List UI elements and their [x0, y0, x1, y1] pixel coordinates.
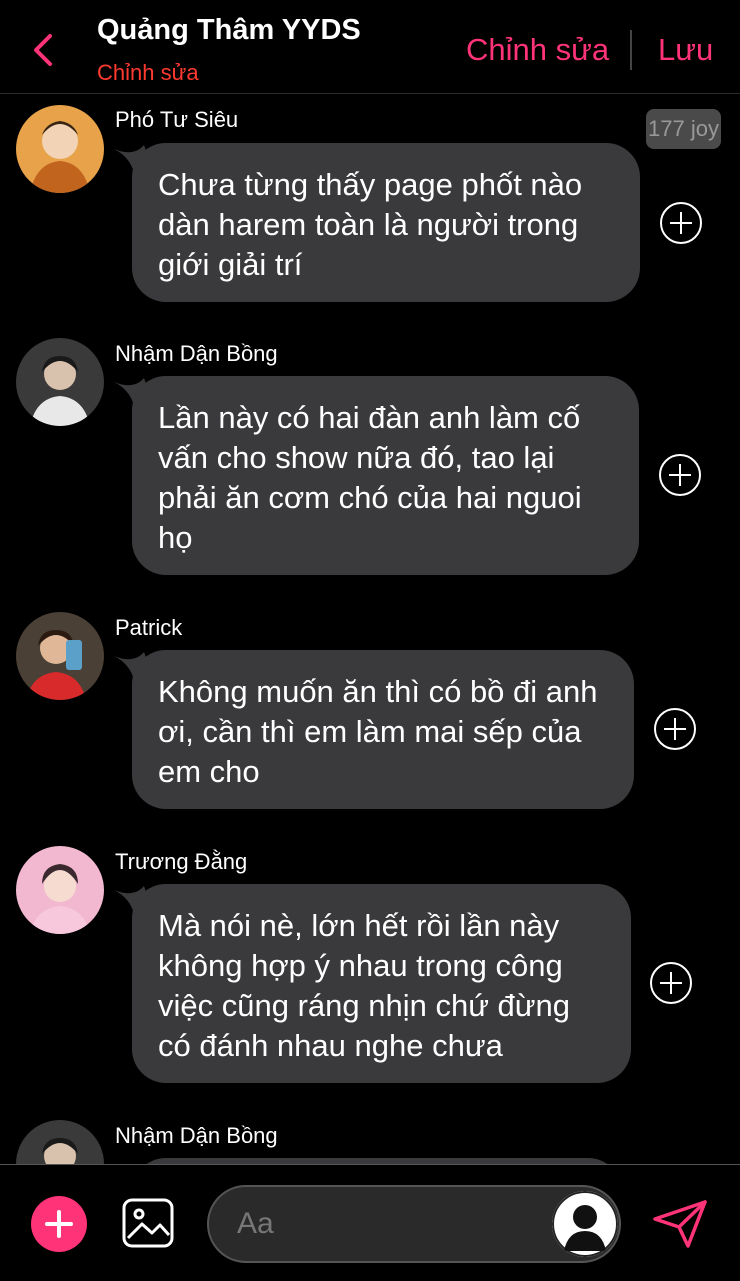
message-bubble[interactable]: Mà nói nè, lớn hết rồi lần này không hợp… — [132, 884, 631, 1083]
avatar[interactable] — [16, 105, 104, 193]
sender-name: Nhậm Dận Bồng — [115, 1123, 278, 1148]
avatar[interactable] — [16, 1120, 104, 1164]
message-bubble[interactable]: Chưa từng thấy page phốt nào dàn harem t… — [132, 143, 640, 302]
avatar[interactable] — [16, 338, 104, 426]
message-input[interactable] — [237, 1187, 537, 1261]
send-icon — [653, 1200, 707, 1248]
chevron-left-icon — [34, 34, 52, 66]
header-divider — [630, 30, 632, 70]
image-icon — [122, 1198, 174, 1248]
add-button[interactable] — [31, 1196, 87, 1252]
sender-name: Patrick — [115, 615, 183, 640]
add-reaction-button[interactable] — [650, 962, 692, 1004]
edit-button[interactable]: Chỉnh sửa — [466, 32, 609, 68]
profile-button[interactable] — [552, 1191, 618, 1257]
message-list[interactable]: Phó Tư Siêu 177 joy Chưa từng thấy page … — [0, 95, 740, 1164]
add-reaction-button[interactable] — [659, 454, 701, 496]
user-icon — [552, 1191, 618, 1257]
message-input-container — [207, 1185, 621, 1263]
avatar[interactable] — [16, 846, 104, 934]
chat-subtitle[interactable]: Chỉnh sửa — [97, 60, 199, 86]
image-button[interactable] — [122, 1198, 174, 1248]
sender-name: Trương Đằng — [115, 849, 248, 874]
message-bubble[interactable]: Không muốn ăn thì có bồ đi anh ơi, cần t… — [132, 650, 634, 809]
add-reaction-button[interactable] — [660, 202, 702, 244]
back-button[interactable] — [28, 30, 60, 70]
sender-name: Phó Tư Siêu — [115, 107, 239, 132]
composer-bar — [0, 1164, 740, 1281]
message-bubble[interactable]: Lần này có hai đàn anh làm cố vấn cho sh… — [132, 376, 639, 575]
add-reaction-button[interactable] — [654, 708, 696, 750]
save-button[interactable]: Lưu — [658, 32, 713, 68]
chat-title[interactable]: Quảng Thâm YYDS — [97, 14, 361, 47]
sender-name: Nhậm Dận Bồng — [115, 341, 278, 366]
avatar[interactable] — [16, 612, 104, 700]
chat-header: Quảng Thâm YYDS Chỉnh sửa Chỉnh sửa Lưu — [0, 0, 740, 94]
joy-badge: 177 joy — [646, 109, 721, 149]
send-button[interactable] — [652, 1199, 708, 1249]
